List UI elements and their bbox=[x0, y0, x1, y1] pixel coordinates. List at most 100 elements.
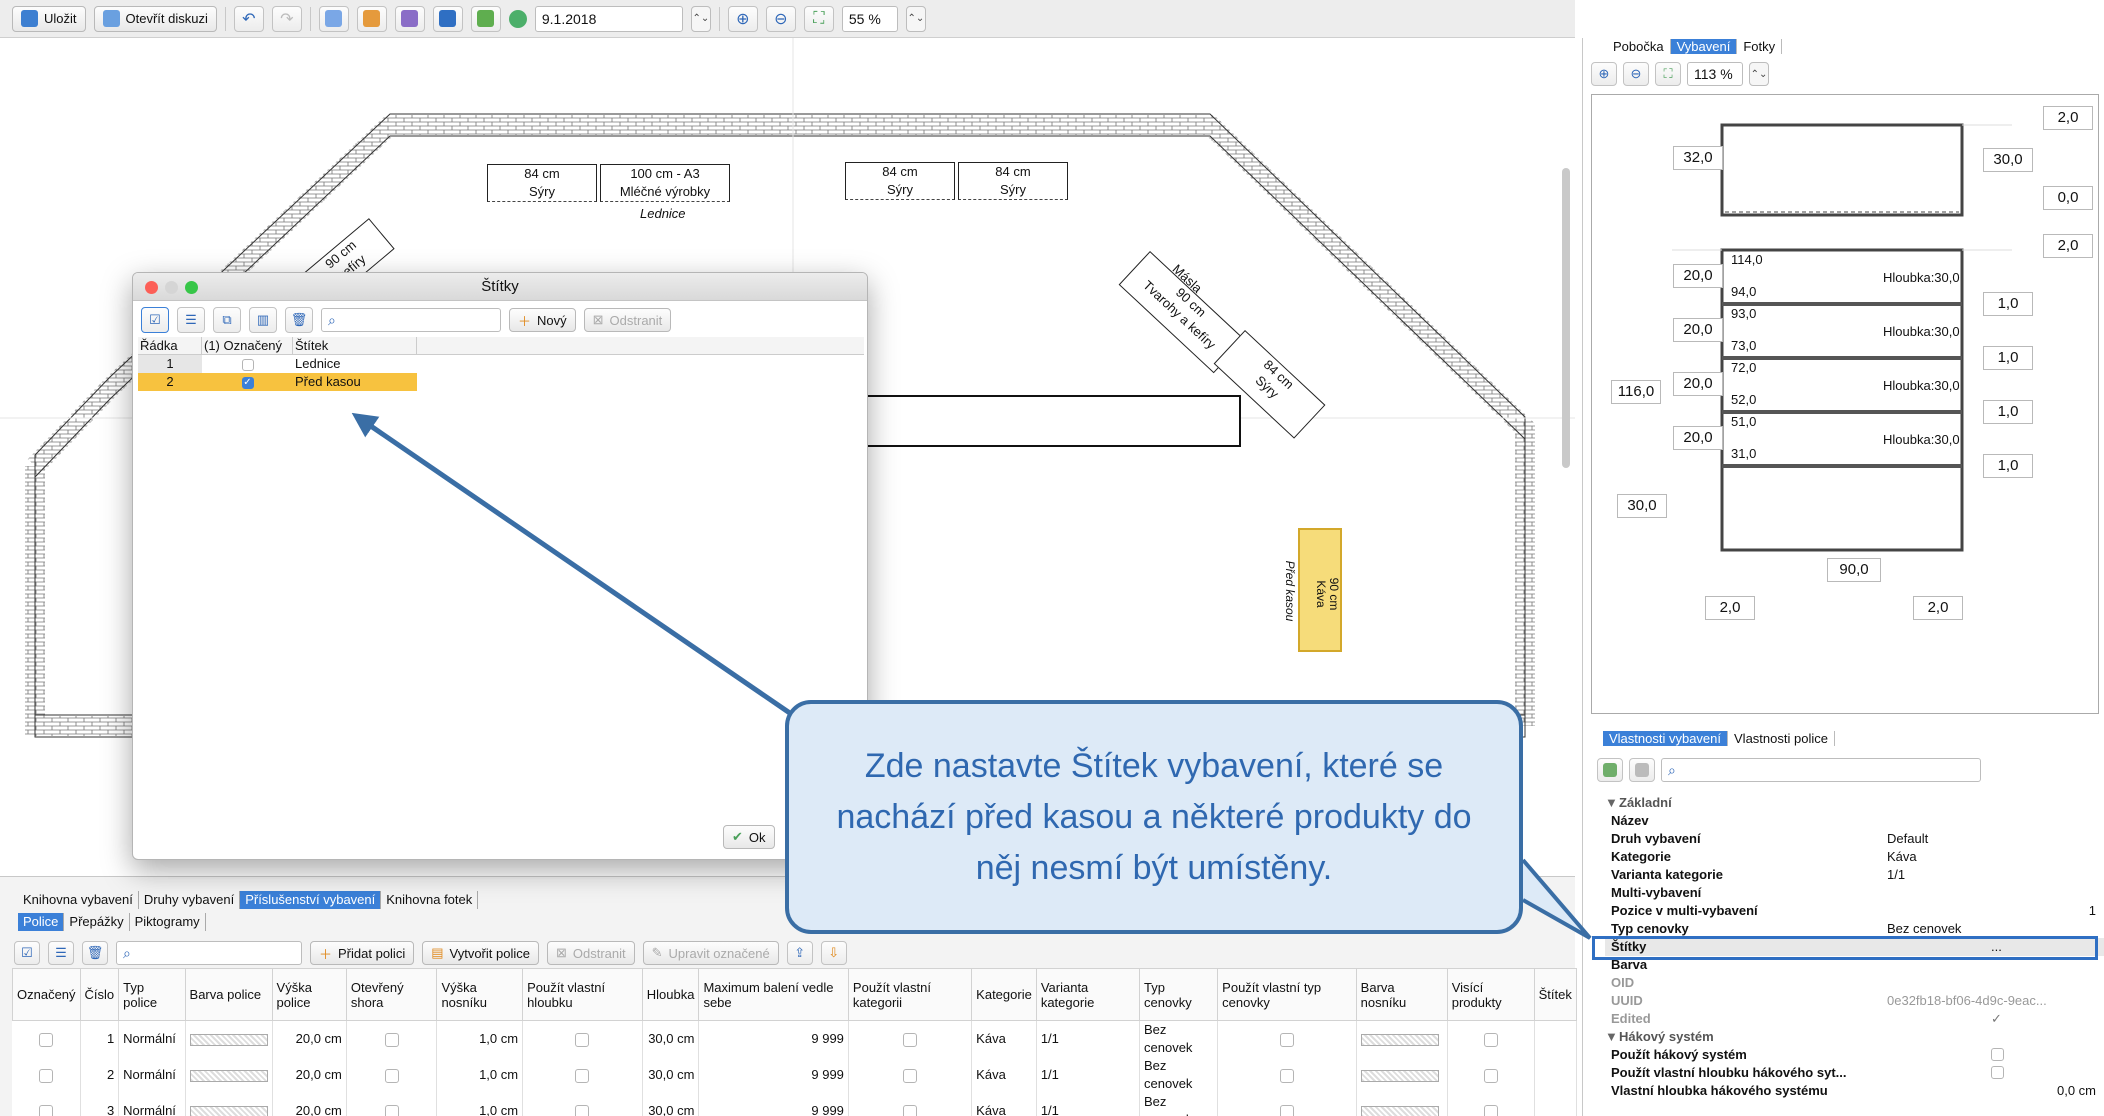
row-checkbox[interactable] bbox=[1483, 1104, 1498, 1116]
open-discussion-button[interactable]: Otevřít diskuzi bbox=[93, 5, 217, 32]
zoom-stepper[interactable]: ⌃⌄ bbox=[905, 5, 926, 32]
export-button[interactable]: ⇪ bbox=[786, 941, 813, 965]
preview-zoom-stepper[interactable]: ⌃⌄ bbox=[1749, 62, 1769, 86]
tab-branch[interactable]: Pobočka bbox=[1607, 39, 1671, 54]
column-header[interactable]: Hloubka bbox=[641, 968, 700, 1021]
copy-button[interactable] bbox=[318, 5, 349, 32]
column-header[interactable]: Barva nosníku bbox=[1355, 968, 1448, 1021]
column-header[interactable]: Číslo bbox=[79, 968, 120, 1021]
maximize-dot[interactable] bbox=[185, 281, 198, 294]
zoom-fit-button[interactable]: ⛶ bbox=[803, 5, 834, 32]
close-dot[interactable] bbox=[145, 281, 158, 294]
property-row[interactable]: Varianta kategorie 1/1 bbox=[1605, 866, 2104, 884]
row-checkbox[interactable] bbox=[903, 1104, 918, 1116]
row-checkbox[interactable] bbox=[1483, 1068, 1498, 1083]
canvas-shelf-3[interactable]: 84 cm Sýry bbox=[845, 162, 955, 200]
preview-zoom-out-button[interactable]: ⊖ bbox=[1623, 62, 1649, 86]
dialog-table-row-selected[interactable]: 2 ✓ Před kasou bbox=[138, 373, 864, 391]
color-swatch[interactable] bbox=[189, 1069, 268, 1082]
row-checkbox[interactable] bbox=[1279, 1068, 1294, 1083]
column-header[interactable]: Varianta kategorie bbox=[1035, 968, 1141, 1021]
column-header[interactable]: Typ cenovky bbox=[1139, 968, 1219, 1021]
dialog-remove-button[interactable]: ⊠ Odstranit bbox=[583, 308, 672, 332]
column-header[interactable]: Označený bbox=[12, 968, 81, 1021]
property-row[interactable]: Použít vlastní hloubku hákového syt... bbox=[1605, 1064, 2104, 1082]
section-basic[interactable]: ▼ Základní bbox=[1605, 794, 2104, 812]
tab-equipment-properties[interactable]: Vlastnosti vybavení bbox=[1603, 731, 1729, 746]
property-row[interactable]: Pozice v multi-vybavení 1 bbox=[1605, 902, 2104, 920]
color-swatch[interactable] bbox=[189, 1033, 268, 1046]
dialog-delete-button[interactable]: 🗑 bbox=[285, 307, 313, 333]
properties-paste-button[interactable] bbox=[1629, 758, 1655, 782]
column-header[interactable]: Použít vlastní typ cenovky bbox=[1217, 968, 1357, 1021]
color-swatch[interactable] bbox=[1360, 1033, 1439, 1046]
row-checkbox[interactable] bbox=[384, 1104, 399, 1116]
dialog-ok-button[interactable]: ✔ Ok bbox=[723, 825, 775, 849]
tab-equipment-types[interactable]: Druhy vybavení bbox=[139, 891, 241, 909]
property-checkbox[interactable] bbox=[1991, 1048, 2004, 1061]
import-button[interactable]: ⇩ bbox=[820, 941, 847, 965]
column-header[interactable]: Použít vlastní hloubku bbox=[522, 968, 643, 1021]
color-swatch[interactable] bbox=[189, 1105, 268, 1116]
table-row[interactable]: 1 Normální 20,0 cm 1,0 cm 30,0 cm 9 999 Káva 1/… bbox=[12, 1020, 1578, 1057]
column-header[interactable]: Použít vlastní kategorii bbox=[847, 968, 973, 1021]
subtab-pictograms[interactable]: Piktogramy bbox=[130, 913, 206, 931]
dialog-new-button[interactable]: ＋ Nový bbox=[509, 308, 576, 332]
property-checkbox[interactable] bbox=[1991, 1066, 2004, 1079]
tab-photos[interactable]: Fotky bbox=[1737, 39, 1783, 54]
property-row[interactable]: Kategorie Káva bbox=[1605, 848, 2104, 866]
property-row[interactable]: Edited ✓ bbox=[1605, 1010, 2104, 1028]
zoom-field[interactable]: 55 % bbox=[841, 5, 898, 32]
row-checkbox[interactable] bbox=[903, 1068, 918, 1083]
document-button[interactable] bbox=[394, 5, 425, 32]
row-checkbox[interactable] bbox=[575, 1032, 590, 1047]
tab-shelf-properties[interactable]: Vlastnosti police bbox=[1728, 731, 1835, 746]
tab-equipment-library[interactable]: Knihovna vybavení bbox=[18, 891, 139, 909]
property-row[interactable]: Vlastní hloubka hákového systému 0,0 cm bbox=[1605, 1082, 2104, 1100]
column-header[interactable]: Štítek bbox=[1533, 968, 1578, 1021]
row-checkbox[interactable] bbox=[39, 1032, 54, 1047]
subtab-dividers[interactable]: Přepážky bbox=[64, 913, 130, 931]
row-checkbox[interactable] bbox=[1279, 1032, 1294, 1047]
row-checkbox[interactable] bbox=[39, 1104, 54, 1116]
delete-button[interactable]: ⊠ Odstranit bbox=[546, 941, 635, 965]
minimize-dot[interactable] bbox=[165, 281, 178, 294]
column-header[interactable]: Barva police bbox=[184, 968, 273, 1021]
preview-zoom-in-button[interactable]: ⊕ bbox=[1591, 62, 1617, 86]
property-row[interactable]: Multi-vybavení bbox=[1605, 884, 2104, 902]
undo-button[interactable]: ↶ bbox=[233, 5, 264, 32]
canvas-shelf-4[interactable]: 84 cm Sýry bbox=[958, 162, 1068, 200]
preview-zoom-field[interactable]: 113 % bbox=[1687, 62, 1743, 86]
column-header[interactable]: Výška police bbox=[271, 968, 347, 1021]
property-row[interactable]: UUID 0e32fb18-bf06-4d9c-9eac... bbox=[1605, 992, 2104, 1010]
properties-copy-button[interactable] bbox=[1597, 758, 1623, 782]
zoom-in-button[interactable]: ⊕ bbox=[727, 5, 758, 32]
column-header[interactable]: Typ police bbox=[118, 968, 186, 1021]
table-row[interactable]: 3 Normální 20,0 cm 1,0 cm 30,0 cm 9 999 Káva 1/… bbox=[12, 1093, 1578, 1116]
column-header[interactable]: Maximum balení vedle sebe bbox=[698, 968, 849, 1021]
row-checkbox[interactable] bbox=[384, 1068, 399, 1083]
subtab-shelves[interactable]: Police bbox=[18, 913, 65, 931]
row-checkbox[interactable] bbox=[1483, 1032, 1498, 1047]
save-button[interactable]: Uložit bbox=[12, 5, 86, 32]
property-row[interactable]: Použít hákový systém bbox=[1605, 1046, 2104, 1064]
row-checkbox[interactable] bbox=[575, 1104, 590, 1116]
tab-equipment-accessories[interactable]: Příslušenství vybavení bbox=[240, 891, 382, 909]
row-checkbox[interactable] bbox=[39, 1068, 54, 1083]
row-checkbox[interactable] bbox=[384, 1032, 399, 1047]
redo-button[interactable]: ↷ bbox=[271, 5, 302, 32]
color-swatch[interactable] bbox=[1360, 1105, 1439, 1116]
row-checkbox[interactable] bbox=[1279, 1104, 1294, 1116]
row-checkbox[interactable] bbox=[575, 1068, 590, 1083]
dialog-paste-button[interactable]: ▥ bbox=[249, 307, 277, 333]
properties-search-input[interactable]: ⌕ bbox=[1661, 758, 1981, 782]
property-row[interactable]: OID bbox=[1605, 974, 2104, 992]
select-all-button[interactable]: ☑ bbox=[14, 941, 40, 965]
tab-equipment[interactable]: Vybavení bbox=[1670, 39, 1738, 54]
delete-marked-button[interactable]: 🗑 bbox=[82, 941, 108, 965]
column-header[interactable]: Visící produkty bbox=[1446, 968, 1535, 1021]
table-row[interactable]: 2 Normální 20,0 cm 1,0 cm 30,0 cm 9 999 Káva 1/… bbox=[12, 1057, 1578, 1093]
row-checkbox-checked[interactable]: ✓ bbox=[241, 376, 254, 389]
column-header[interactable]: Výška nosníku bbox=[436, 968, 524, 1021]
canvas-shelf-2[interactable]: 100 cm - A3 Mléčné výrobky bbox=[600, 164, 730, 202]
